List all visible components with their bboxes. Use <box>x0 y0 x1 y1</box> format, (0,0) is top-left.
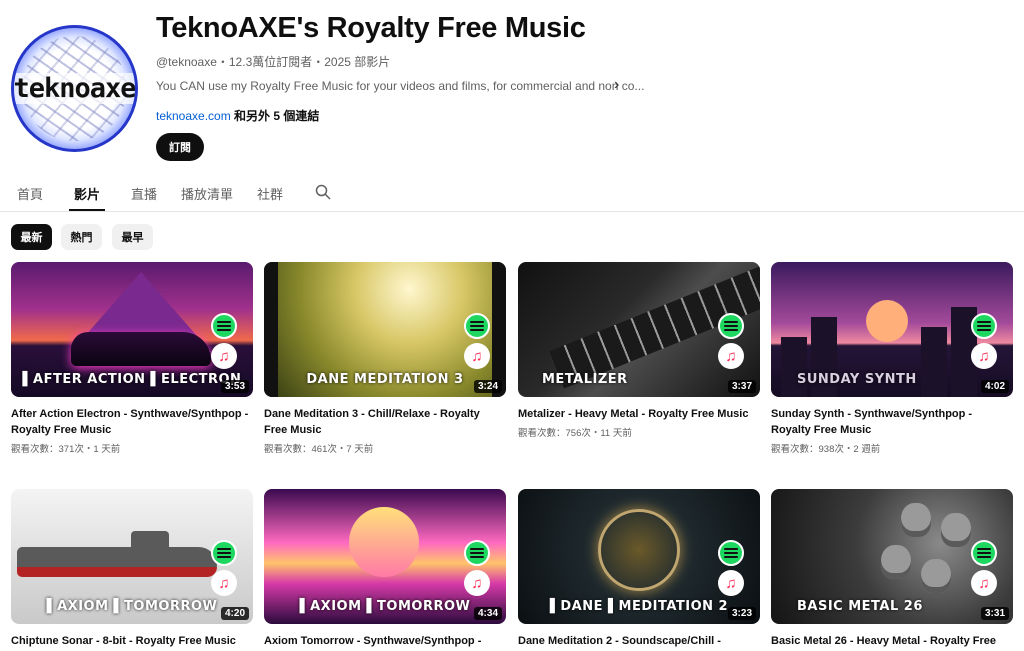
spotify-icon <box>718 313 744 339</box>
thumb-skull <box>901 503 931 537</box>
video-title[interactable]: After Action Electron - Synthwave/Synthp… <box>11 406 253 438</box>
video-title[interactable]: Basic Metal 26 - Heavy Metal - Royalty F… <box>771 633 1013 649</box>
chip-oldest[interactable]: 最早 <box>112 224 153 250</box>
duration-badge: 3:37 <box>727 380 756 393</box>
chip-latest[interactable]: 最新 <box>11 224 52 250</box>
spotify-icon <box>464 313 490 339</box>
video-stats: 觀看次數：938次・2 週前 <box>771 444 881 455</box>
subscribe-button[interactable]: 訂閱 <box>156 133 204 161</box>
duration-badge: 3:23 <box>727 607 756 620</box>
video-thumbnail[interactable]: ♫ SUNDAY SYNTH 4:02 <box>771 262 1013 397</box>
thumbnail-caption: ▌AXIOM ▌TOMORROW <box>46 599 218 614</box>
tab-videos[interactable]: 影片 <box>74 184 100 203</box>
video-thumbnail[interactable]: ♫ METALIZER 3:37 <box>518 262 760 397</box>
apple-music-icon: ♫ <box>718 570 744 596</box>
tab-home[interactable]: 首頁 <box>17 184 43 203</box>
spotify-icon <box>464 540 490 566</box>
duration-badge: 4:20 <box>220 607 249 620</box>
channel-link-site[interactable]: teknoaxe.com <box>156 109 231 123</box>
spotify-icon <box>211 540 237 566</box>
video-stats: 觀看次數：371次・1 天前 <box>11 444 121 455</box>
thumbnail-caption: DANE MEDITATION 3 <box>306 372 464 387</box>
video-stats: 觀看次數：461次・7 天前 <box>264 444 374 455</box>
video-thumbnail[interactable]: ♫ ▌AXIOM ▌TOMORROW 4:34 <box>264 489 506 624</box>
thumbnail-caption: ▌DANE ▌MEDITATION 2 <box>549 599 729 614</box>
thumb-submarine <box>17 547 217 569</box>
video-title[interactable]: Chiptune Sonar - 8-bit - Royalty Free Mu… <box>11 633 253 649</box>
video-thumbnail[interactable]: ♫ ▌AFTER ACTION ▌ELECTRON 3:53 <box>11 262 253 397</box>
video-title[interactable]: Sunday Synth - Synthwave/Synthpop - Roya… <box>771 406 1013 438</box>
video-stats: 觀看次數：756次・11 天前 <box>518 428 632 439</box>
thumb-skull <box>921 559 951 593</box>
video-thumbnail[interactable]: ♫ BASIC METAL 26 3:31 <box>771 489 1013 624</box>
duration-badge: 4:34 <box>473 607 502 620</box>
search-icon[interactable] <box>315 184 331 200</box>
spotify-icon <box>718 540 744 566</box>
apple-music-icon: ♫ <box>464 343 490 369</box>
active-tab-underline <box>69 209 105 211</box>
avatar-logo-text: teknoaxe <box>13 73 136 104</box>
channel-link-more[interactable]: 和另外 5 個連結 <box>231 109 319 123</box>
video-thumbnail[interactable]: ♫ ▌DANE ▌MEDITATION 2 3:23 <box>518 489 760 624</box>
video-card[interactable]: ♫ ▌DANE ▌MEDITATION 2 3:23 Dane Meditati… <box>518 489 760 649</box>
tab-live[interactable]: 直播 <box>131 184 157 203</box>
video-title[interactable]: Dane Meditation 2 - Soundscape/Chill - <box>518 633 760 649</box>
thumb-building <box>781 337 807 397</box>
chip-popular[interactable]: 熱門 <box>61 224 102 250</box>
thumb-car <box>71 332 211 366</box>
thumb-ring <box>598 509 680 591</box>
video-card[interactable]: ♫ BASIC METAL 26 3:31 Basic Metal 26 - H… <box>771 489 1013 649</box>
video-card[interactable]: ♫ ▌AXIOM ▌TOMORROW 4:20 Chiptune Sonar -… <box>11 489 253 649</box>
tab-playlists[interactable]: 播放清單 <box>181 184 233 203</box>
thumb-submarine-hull <box>17 567 217 577</box>
duration-badge: 3:31 <box>980 607 1009 620</box>
spotify-icon <box>971 313 997 339</box>
video-card[interactable]: ♫ DANE MEDITATION 3 3:24 Dane Meditation… <box>264 262 506 455</box>
video-thumbnail[interactable]: ♫ DANE MEDITATION 3 3:24 <box>264 262 506 397</box>
apple-music-icon: ♫ <box>211 570 237 596</box>
duration-badge: 3:53 <box>220 380 249 393</box>
channel-description[interactable]: You CAN use my Royalty Free Music for yo… <box>156 79 644 93</box>
thumb-sun <box>866 300 908 342</box>
video-card[interactable]: ♫ METALIZER 3:37 Metalizer - Heavy Metal… <box>518 262 760 439</box>
apple-music-icon: ♫ <box>718 343 744 369</box>
duration-badge: 3:24 <box>473 380 502 393</box>
thumb-sun <box>349 507 419 577</box>
channel-avatar[interactable]: teknoaxe <box>11 25 138 152</box>
video-thumbnail[interactable]: ♫ ▌AXIOM ▌TOMORROW 4:20 <box>11 489 253 624</box>
apple-music-icon: ♫ <box>464 570 490 596</box>
thumb-skull <box>941 513 971 547</box>
video-card[interactable]: ♫ ▌AFTER ACTION ▌ELECTRON 3:53 After Act… <box>11 262 253 455</box>
video-title[interactable]: Axiom Tomorrow - Synthwave/Synthpop - <box>264 633 506 649</box>
thumbnail-caption: ▌AFTER ACTION ▌ELECTRON <box>22 372 242 387</box>
spotify-icon <box>971 540 997 566</box>
video-title[interactable]: Dane Meditation 3 - Chill/Relaxe - Royal… <box>264 406 506 438</box>
thumbnail-caption: ▌AXIOM ▌TOMORROW <box>299 599 471 614</box>
spotify-icon <box>211 313 237 339</box>
apple-music-icon: ♫ <box>971 570 997 596</box>
channel-title: TeknoAXE's Royalty Free Music <box>156 12 586 44</box>
video-title[interactable]: Metalizer - Heavy Metal - Royalty Free M… <box>518 406 760 422</box>
video-card[interactable]: ♫ SUNDAY SYNTH 4:02 Sunday Synth - Synth… <box>771 262 1013 455</box>
channel-tabs: 首頁 影片 直播 播放清單 社群 <box>0 172 1024 212</box>
video-card[interactable]: ♫ ▌AXIOM ▌TOMORROW 4:34 Axiom Tomorrow -… <box>264 489 506 649</box>
tab-community[interactable]: 社群 <box>257 184 283 203</box>
apple-music-icon: ♫ <box>211 343 237 369</box>
channel-meta: @teknoaxe・12.3萬位訂閱者・2025 部影片 <box>156 55 391 69</box>
chevron-right-icon[interactable]: › <box>614 76 619 94</box>
apple-music-icon: ♫ <box>971 343 997 369</box>
duration-badge: 4:02 <box>980 380 1009 393</box>
channel-links[interactable]: teknoaxe.com 和另外 5 個連結 <box>156 107 319 124</box>
thumb-skull <box>881 545 911 579</box>
